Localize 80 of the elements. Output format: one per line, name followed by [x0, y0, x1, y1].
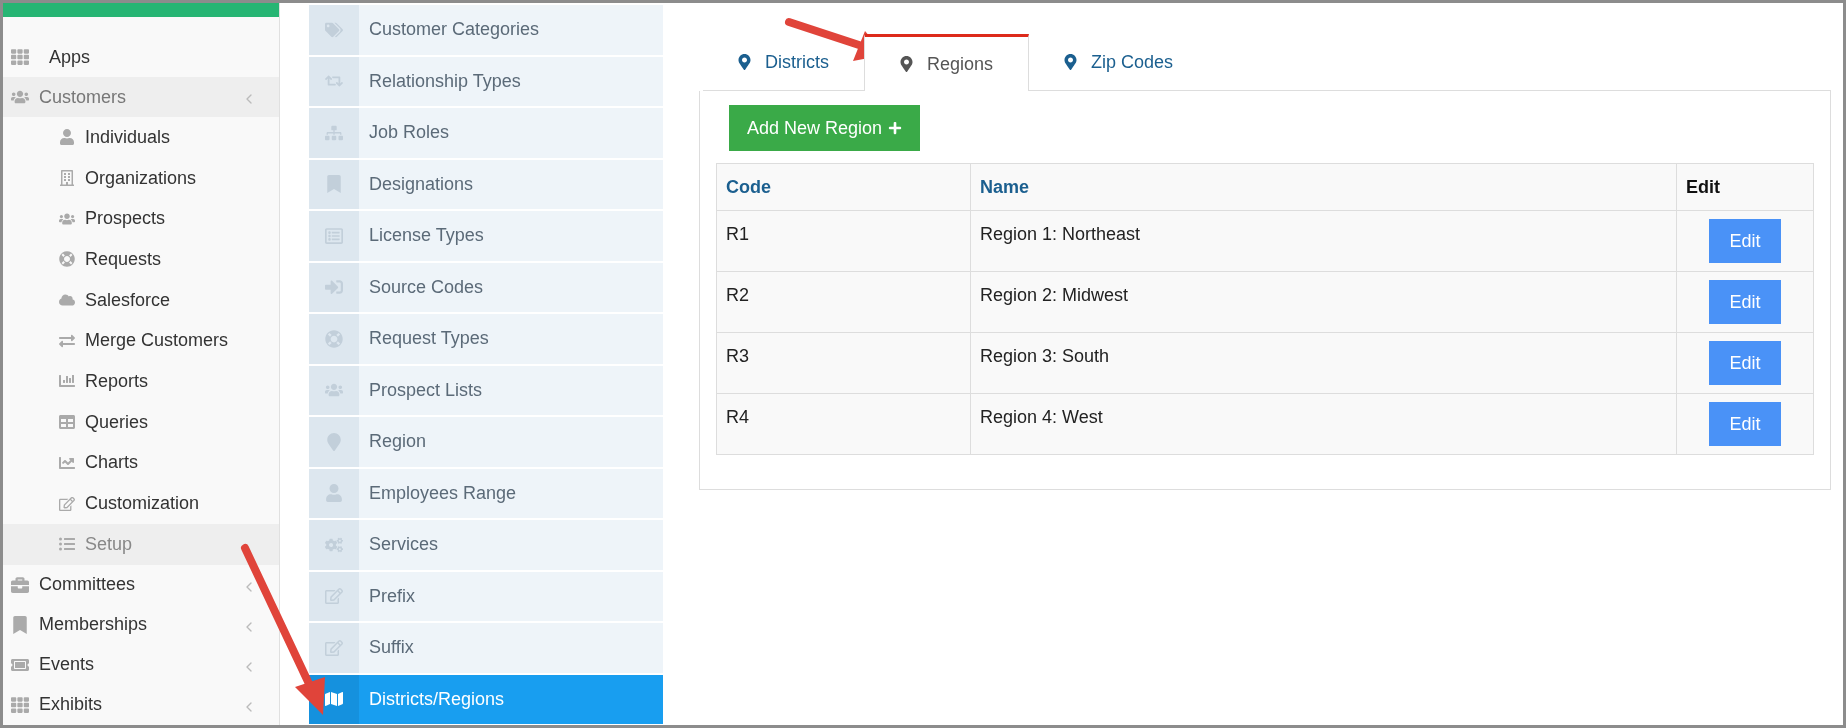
tags-icon [325, 20, 343, 39]
line-chart-icon [59, 454, 75, 471]
edit-icon [325, 587, 343, 606]
setup-menu-item[interactable]: Job Roles [309, 108, 663, 158]
column-header: Edit [1676, 163, 1814, 211]
sidebar-subitem[interactable]: Merge Customers [3, 320, 279, 362]
setup-menu-item[interactable]: Prospect Lists [309, 365, 663, 415]
tab[interactable]: Zip Codes [1029, 34, 1209, 91]
users-icon [11, 88, 29, 106]
map-marker-icon [325, 432, 343, 451]
setup-menu-item[interactable]: Suffix [309, 623, 663, 673]
column-header: Name [970, 163, 1677, 211]
bar-chart-icon [59, 373, 75, 390]
sidebar-subitem[interactable]: Queries [3, 401, 279, 443]
edit-icon [59, 495, 75, 512]
table-cell: R3 [716, 332, 971, 394]
setup-menu-item[interactable]: Prefix [309, 571, 663, 621]
setup-menu-item[interactable]: Source Codes [309, 262, 663, 312]
setup-menu-item[interactable]: Relationship Types [309, 56, 663, 106]
user-icon [59, 129, 75, 146]
map-marker-icon [738, 54, 751, 70]
cloud-icon [59, 292, 75, 309]
edit-button[interactable]: Edit [1709, 219, 1781, 263]
briefcase-icon [11, 575, 29, 594]
add-region-button[interactable]: Add New Region [729, 105, 921, 151]
edit-button[interactable]: Edit [1709, 402, 1781, 446]
sidebar-subitem[interactable]: Requests [3, 239, 279, 280]
column-header: Code [716, 163, 971, 211]
sidebar-item[interactable]: Exhibits [3, 684, 279, 725]
setup-menu-item[interactable]: Designations [309, 159, 663, 209]
list-icon [59, 536, 75, 553]
sidebar-subitem[interactable]: Organizations [3, 157, 279, 199]
sidebar-item[interactable]: Events [3, 644, 279, 685]
setup-menu-item[interactable]: Region [309, 417, 663, 467]
table-cell: R1 [716, 210, 971, 272]
sign-in-icon [325, 278, 343, 297]
edit-button[interactable]: Edit [1709, 280, 1781, 324]
grid-icon [11, 48, 29, 66]
sidebar-item[interactable]: Memberships [3, 604, 279, 645]
grid-icon [11, 695, 29, 714]
list-icon [325, 226, 343, 245]
sidebar-subitem[interactable]: Reports [3, 361, 279, 402]
setup-menu-item[interactable]: Districts/Regions [309, 674, 663, 724]
exchange-icon [59, 332, 75, 349]
table-cell: R4 [716, 393, 971, 455]
map-icon [325, 690, 343, 709]
sidebar-subitem[interactable]: Salesforce [3, 279, 279, 321]
map-marker-icon [900, 56, 913, 72]
table-cell: Region 4: West [970, 393, 1677, 455]
setup-menu-item[interactable]: License Types [309, 211, 663, 261]
bookmark-icon [11, 615, 29, 634]
table-cell: R2 [716, 271, 971, 333]
building-icon [59, 170, 75, 187]
setup-menu-item[interactable]: Services [309, 520, 663, 570]
life-ring-icon [325, 329, 343, 348]
table-cell: Region 3: South [970, 332, 1677, 394]
edit-icon [325, 638, 343, 657]
sitemap-icon [325, 123, 343, 142]
sidebar-subitem[interactable]: Prospects [3, 198, 279, 240]
setup-menu-item[interactable]: Customer Categories [309, 5, 663, 55]
setup-menu-item[interactable]: Employees Range [309, 468, 663, 518]
plus-icon [888, 121, 903, 135]
map-marker-icon [1064, 54, 1078, 70]
table-cell: Region 1: Northeast [970, 210, 1677, 272]
sidebar-subitem[interactable]: Charts [3, 442, 279, 484]
table-cell: Region 2: Midwest [970, 271, 1677, 333]
sidebar-subitem[interactable]: Setup [3, 523, 279, 565]
sidebar-item[interactable]: Apps [3, 37, 279, 77]
gears-icon [325, 535, 343, 554]
setup-menu-item[interactable]: Request Types [309, 314, 663, 364]
edit-button[interactable]: Edit [1709, 341, 1781, 385]
bookmark-icon [325, 175, 343, 194]
sidebar-subitem[interactable]: Individuals [3, 117, 279, 158]
user-icon [325, 484, 343, 503]
tab[interactable]: Regions [864, 34, 1030, 91]
table-icon [59, 414, 75, 431]
sidebar-item[interactable]: Customers [3, 77, 279, 117]
sidebar-subitem[interactable]: Customization [3, 483, 279, 524]
sidebar-item[interactable]: Committees [3, 564, 279, 605]
life-ring-icon [59, 251, 75, 268]
